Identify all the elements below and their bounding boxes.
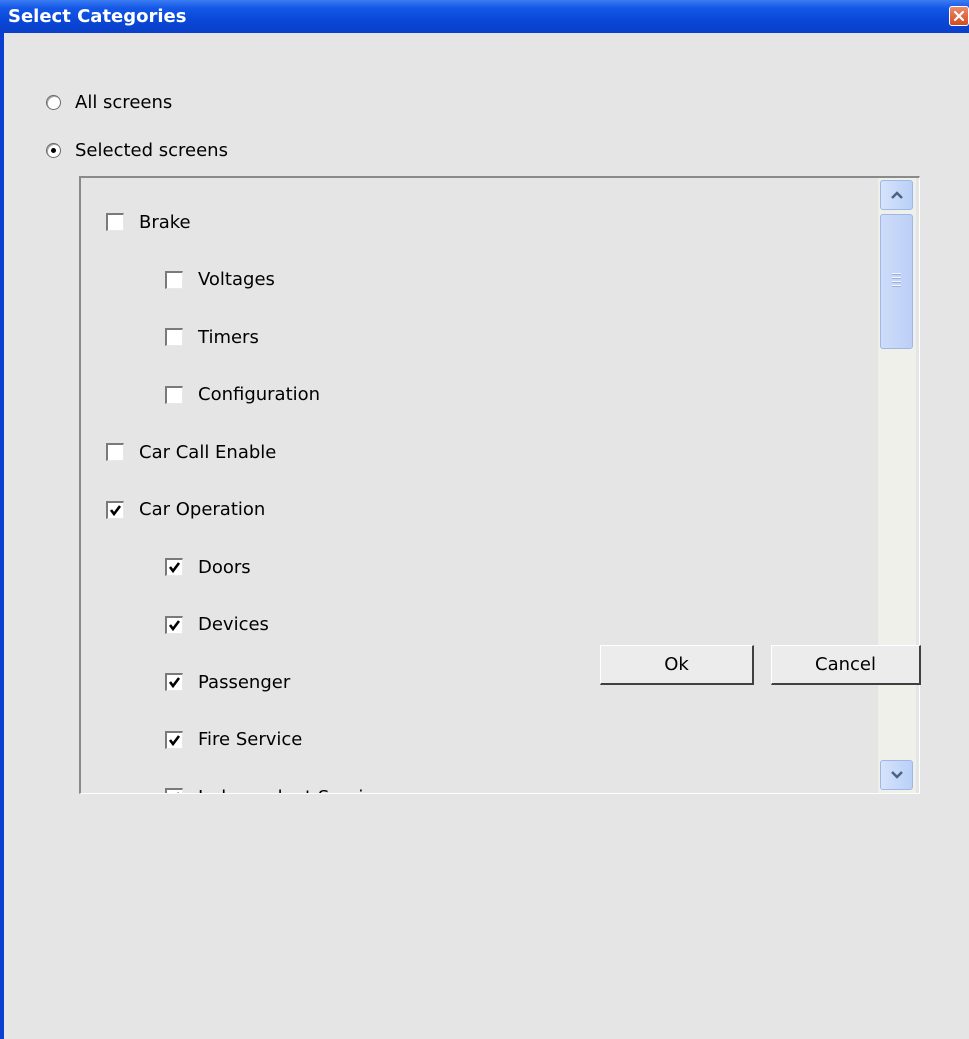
category-label: Devices xyxy=(198,614,269,635)
category-label: Car Call Enable xyxy=(139,441,277,463)
checkmark-icon xyxy=(177,792,179,793)
category-checkbox[interactable] xyxy=(165,615,183,634)
category-label: Brake xyxy=(139,211,191,233)
category-label: Fire Service xyxy=(198,729,303,750)
category-item[interactable]: Fire Service xyxy=(165,727,302,753)
category-item[interactable]: Brake xyxy=(106,209,191,235)
chevron-up-icon xyxy=(891,191,903,199)
category-item[interactable]: Devices xyxy=(165,612,269,638)
close-icon xyxy=(953,10,965,22)
category-label: Doors xyxy=(198,556,251,578)
category-label: Passenger xyxy=(198,671,291,693)
radio-selected-dot xyxy=(51,147,56,153)
category-label: Configuration xyxy=(198,384,321,405)
vertical-scrollbar[interactable] xyxy=(878,178,916,793)
radio-all-screens[interactable]: All screens xyxy=(46,90,172,114)
category-checkbox[interactable] xyxy=(165,788,183,793)
category-item[interactable]: Passenger xyxy=(165,669,290,695)
radio-button[interactable] xyxy=(46,94,61,110)
category-item[interactable]: Car Call Enable xyxy=(106,439,276,465)
cancel-button[interactable]: Cancel xyxy=(771,645,921,685)
checkmark-icon xyxy=(168,619,181,631)
category-item[interactable]: Voltages xyxy=(165,267,275,293)
category-checkbox[interactable] xyxy=(106,500,124,519)
category-checkbox[interactable] xyxy=(165,558,183,576)
radio-label: All screens xyxy=(75,91,173,113)
category-checkbox[interactable] xyxy=(106,213,124,231)
checkmark-icon xyxy=(168,734,181,746)
radio-label: Selected screens xyxy=(75,139,228,161)
scroll-up-button[interactable] xyxy=(880,180,913,210)
scroll-down-button[interactable] xyxy=(880,760,913,790)
category-label: Timers xyxy=(198,326,259,348)
category-label: Independent Service xyxy=(198,787,384,794)
title-bar[interactable]: Select Categories xyxy=(0,0,969,33)
category-checkbox[interactable] xyxy=(165,385,183,404)
category-label: Car Operation xyxy=(139,499,266,520)
checkmark-icon xyxy=(168,677,181,689)
ok-button[interactable]: Ok xyxy=(600,645,754,685)
category-item[interactable]: Configuration xyxy=(165,382,320,408)
checkmark-icon xyxy=(168,562,181,574)
chevron-down-icon xyxy=(891,771,903,779)
radio-selected-screens[interactable]: Selected screens xyxy=(46,138,228,162)
category-label: Voltages xyxy=(198,269,275,290)
category-checkbox[interactable] xyxy=(165,270,183,289)
category-checkbox[interactable] xyxy=(106,443,124,461)
category-item[interactable]: Independent Service xyxy=(165,784,384,794)
scroll-thumb[interactable] xyxy=(880,214,913,349)
dialog-body: All screens Selected screens Brake Voltag… xyxy=(4,33,969,1039)
dialog-title: Select Categories xyxy=(8,6,187,27)
category-list[interactable]: Brake Voltages Timers Configuration Car Call… xyxy=(79,176,920,794)
category-item[interactable]: Doors xyxy=(165,554,251,580)
select-categories-dialog: Select Categories All screens Selected s… xyxy=(0,0,969,1039)
radio-button[interactable] xyxy=(46,142,61,158)
category-checkbox[interactable] xyxy=(165,328,183,346)
checkmark-icon xyxy=(109,504,122,516)
category-checkbox[interactable] xyxy=(165,673,183,691)
grip-icon xyxy=(892,273,901,289)
category-item[interactable]: Car Operation xyxy=(106,497,265,523)
category-checkbox[interactable] xyxy=(165,730,183,749)
category-item[interactable]: Timers xyxy=(165,324,259,350)
close-button[interactable] xyxy=(949,6,969,26)
